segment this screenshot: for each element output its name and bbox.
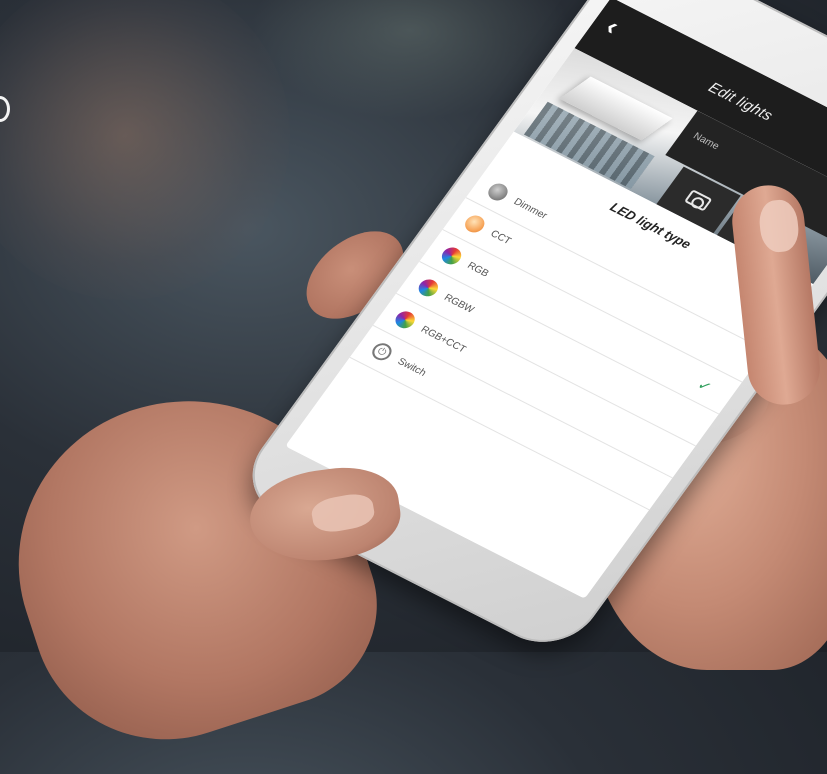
light-type-label: RGB+CCT: [418, 323, 469, 355]
background-blur-left: [0, 0, 290, 300]
checkmark-icon: ✓: [693, 376, 715, 397]
light-type-label: RGB: [465, 260, 492, 279]
rgbw-icon: [414, 276, 442, 300]
light-type-label: RGBW: [441, 291, 477, 316]
rgb-cct-icon: [391, 308, 419, 332]
light-type-label: Dimmer: [511, 196, 550, 222]
camera-icon: [684, 188, 713, 212]
cct-icon: [461, 212, 489, 236]
switch-icon: ⏻: [368, 340, 396, 364]
light-type-label: Switch: [395, 355, 429, 379]
dimmer-icon: [484, 180, 512, 204]
rgb-icon: [438, 244, 465, 268]
light-type-label: CCT: [488, 228, 514, 247]
name-field-label: Name: [690, 130, 722, 153]
